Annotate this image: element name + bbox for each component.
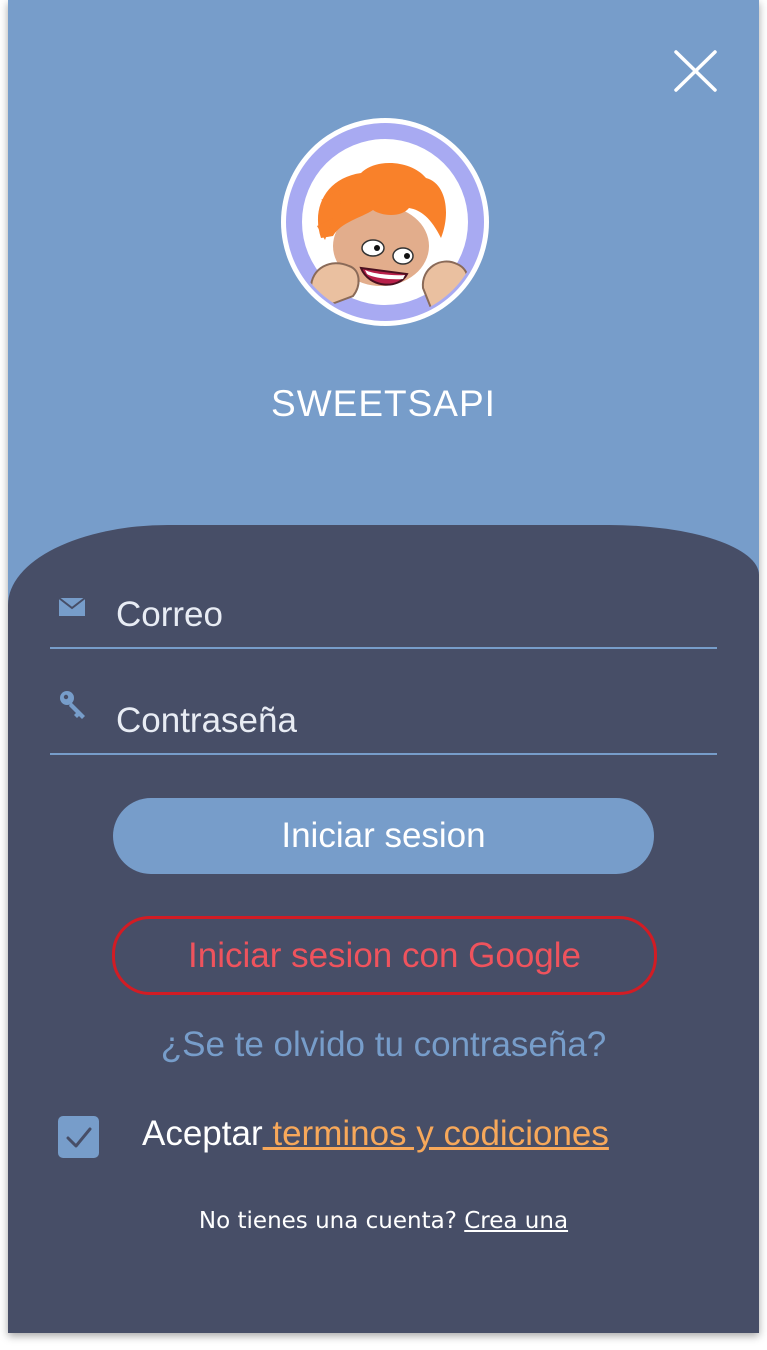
email-input[interactable] [116, 587, 706, 643]
key-icon [60, 691, 85, 719]
forgot-password-link[interactable]: ¿Se te olvido tu contraseña? [8, 1025, 759, 1065]
check-icon [66, 1127, 92, 1148]
password-field-row [50, 691, 717, 755]
email-field-row [50, 587, 717, 649]
app-title: SWEETSAPI [271, 383, 496, 424]
close-button[interactable] [673, 50, 718, 92]
envelope-icon [58, 597, 86, 616]
register-row: No tienes una cuenta? Crea una [8, 1208, 759, 1234]
create-account-link[interactable]: Crea una [464, 1208, 568, 1234]
avatar [281, 118, 489, 326]
terms-row: Aceptar terminos y codiciones [142, 1114, 609, 1154]
login-button[interactable]: Iniciar sesion [113, 798, 654, 874]
register-prompt: No tienes una cuenta? [198, 1208, 457, 1234]
terms-checkbox[interactable] [58, 1116, 99, 1158]
cartoon-mascot-avatar-icon [286, 123, 484, 321]
login-panel: Iniciar sesion Iniciar sesion con Google… [8, 525, 759, 1333]
accept-label: Aceptar [142, 1114, 263, 1153]
google-login-button[interactable]: Iniciar sesion con Google [112, 916, 657, 995]
close-icon [674, 50, 717, 92]
password-input[interactable] [116, 693, 706, 749]
login-screen: SWEETSAPI Iniciar sesion Iniciar sesion … [8, 0, 759, 1333]
terms-link[interactable]: terminos y codiciones [263, 1114, 609, 1153]
